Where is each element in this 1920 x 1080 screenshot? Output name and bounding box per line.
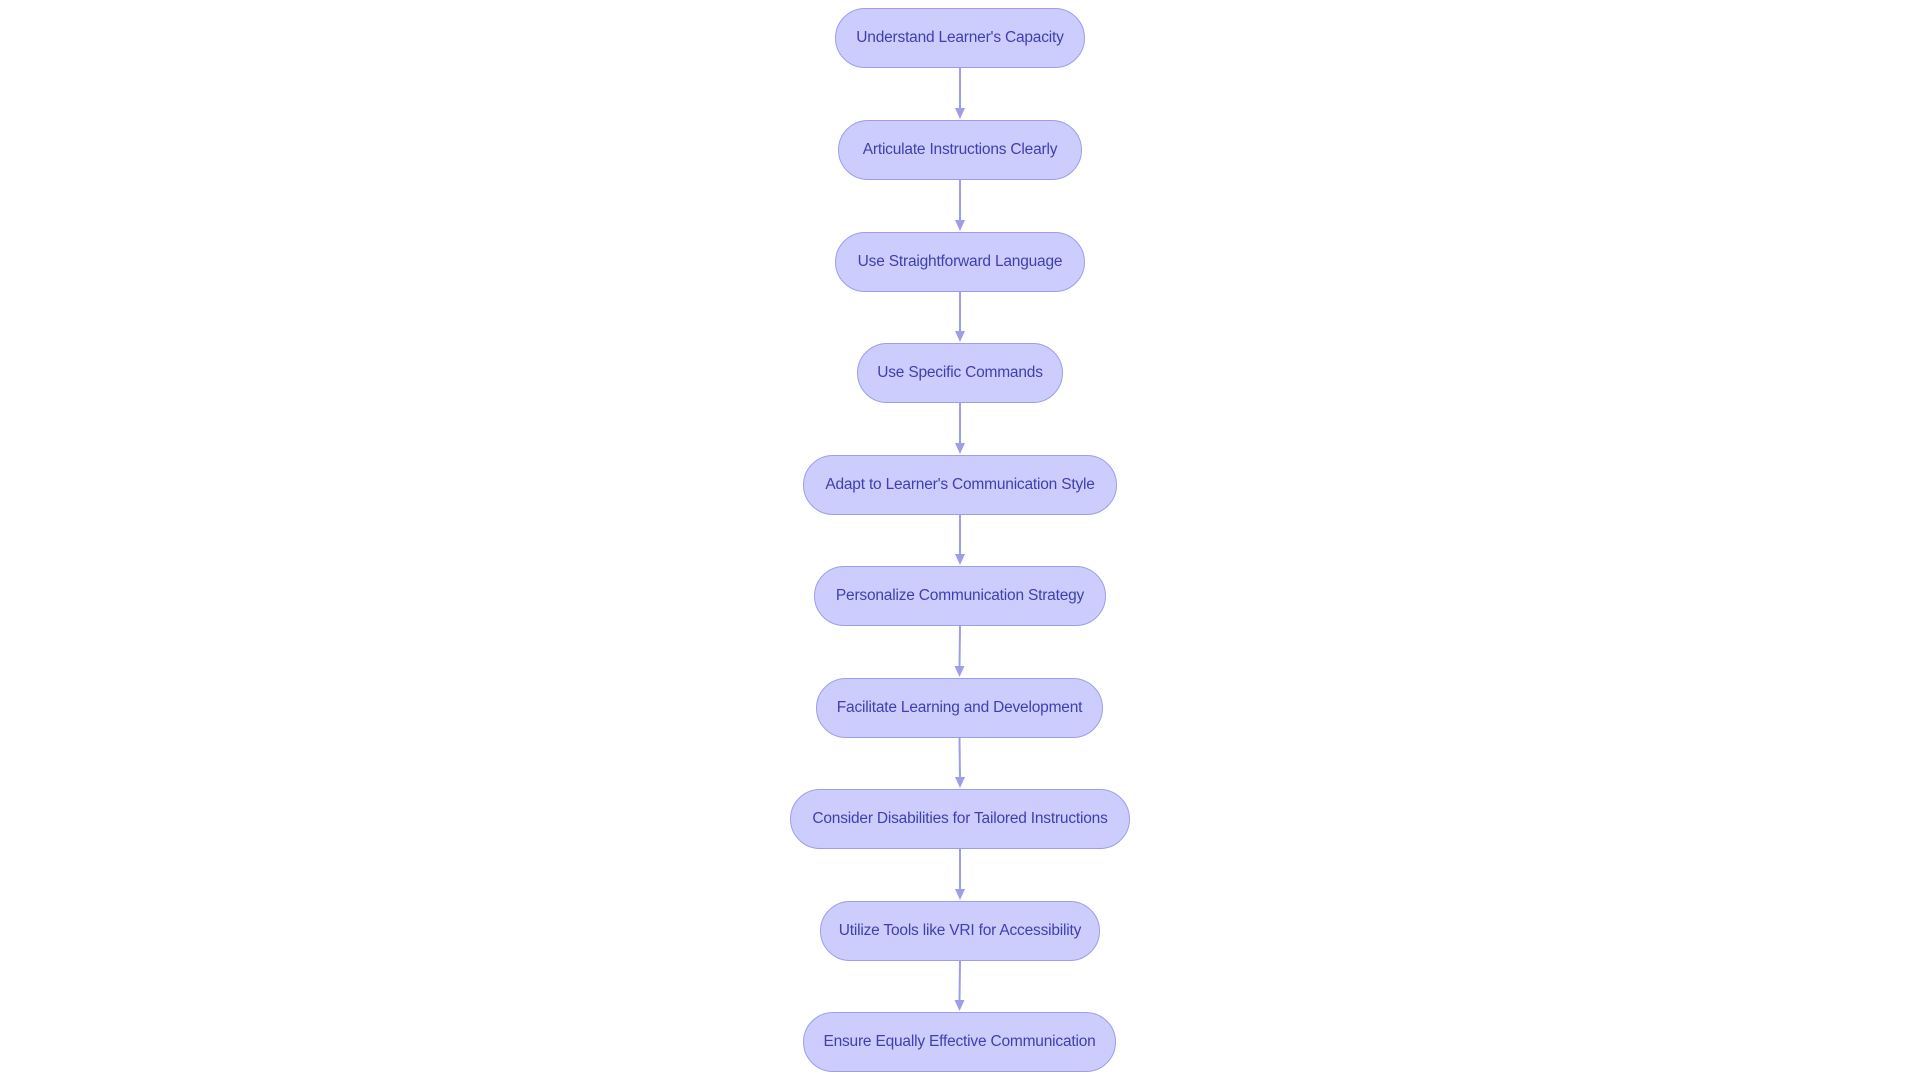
node-use-specific-commands[interactable]: Use Specific Commands <box>857 343 1063 403</box>
node-personalize-communication-strategy[interactable]: Personalize Communication Strategy <box>814 566 1106 626</box>
node-label: Use Specific Commands <box>877 364 1043 381</box>
node-label: Personalize Communication Strategy <box>835 587 1085 604</box>
arrowhead-icon <box>955 554 965 565</box>
node-label: Consider Disabilities for Tailored Instr… <box>812 810 1108 827</box>
edge-line <box>958 737 961 780</box>
arrowhead-icon <box>954 1000 965 1011</box>
node-consider-disabilities[interactable]: Consider Disabilities for Tailored Instr… <box>790 789 1130 849</box>
arrowhead-icon <box>955 777 965 788</box>
node-label: Ensure Equally Effective Communication <box>823 1033 1096 1050</box>
edge-n3-to-n4 <box>955 292 965 342</box>
edge-n4-to-n5 <box>955 403 965 454</box>
arrowhead-icon <box>955 108 965 119</box>
node-understand-learners-capacity[interactable]: Understand Learner's Capacity <box>835 8 1085 68</box>
edge-n7-to-n8 <box>955 737 965 788</box>
arrowhead-icon <box>955 443 965 454</box>
edge-n8-to-n9 <box>955 849 965 900</box>
edge-n9-to-n10 <box>954 960 965 1011</box>
edge-n6-to-n7 <box>954 625 965 677</box>
edge-n1-to-n2 <box>955 68 965 119</box>
edge-line <box>958 625 961 669</box>
node-use-straightforward-language[interactable]: Use Straightforward Language <box>835 232 1085 292</box>
node-label: Facilitate Learning and Development <box>836 699 1083 716</box>
node-label: Use Straightforward Language <box>857 253 1063 270</box>
node-facilitate-learning-and-development[interactable]: Facilitate Learning and Development <box>816 678 1103 738</box>
arrowhead-icon <box>955 889 965 900</box>
edge-n5-to-n6 <box>955 515 965 565</box>
node-label: Understand Learner's Capacity <box>856 29 1064 46</box>
arrowhead-icon <box>955 331 965 342</box>
node-label: Utilize Tools like VRI for Accessibility <box>838 922 1082 939</box>
edge-line <box>958 960 961 1003</box>
node-adapt-to-communication-style[interactable]: Adapt to Learner's Communication Style <box>803 455 1117 515</box>
node-label: Articulate Instructions Clearly <box>862 141 1058 158</box>
flowchart-canvas: Understand Learner's Capacity Articulate… <box>0 0 1920 1080</box>
arrowhead-icon <box>954 666 965 677</box>
edge-n2-to-n3 <box>955 180 965 231</box>
node-label: Adapt to Learner's Communication Style <box>825 476 1095 493</box>
node-articulate-instructions-clearly[interactable]: Articulate Instructions Clearly <box>838 120 1082 180</box>
node-ensure-equally-effective-communication[interactable]: Ensure Equally Effective Communication <box>803 1012 1116 1072</box>
node-utilize-tools-like-vri[interactable]: Utilize Tools like VRI for Accessibility <box>820 901 1100 961</box>
arrowhead-icon <box>955 220 965 231</box>
